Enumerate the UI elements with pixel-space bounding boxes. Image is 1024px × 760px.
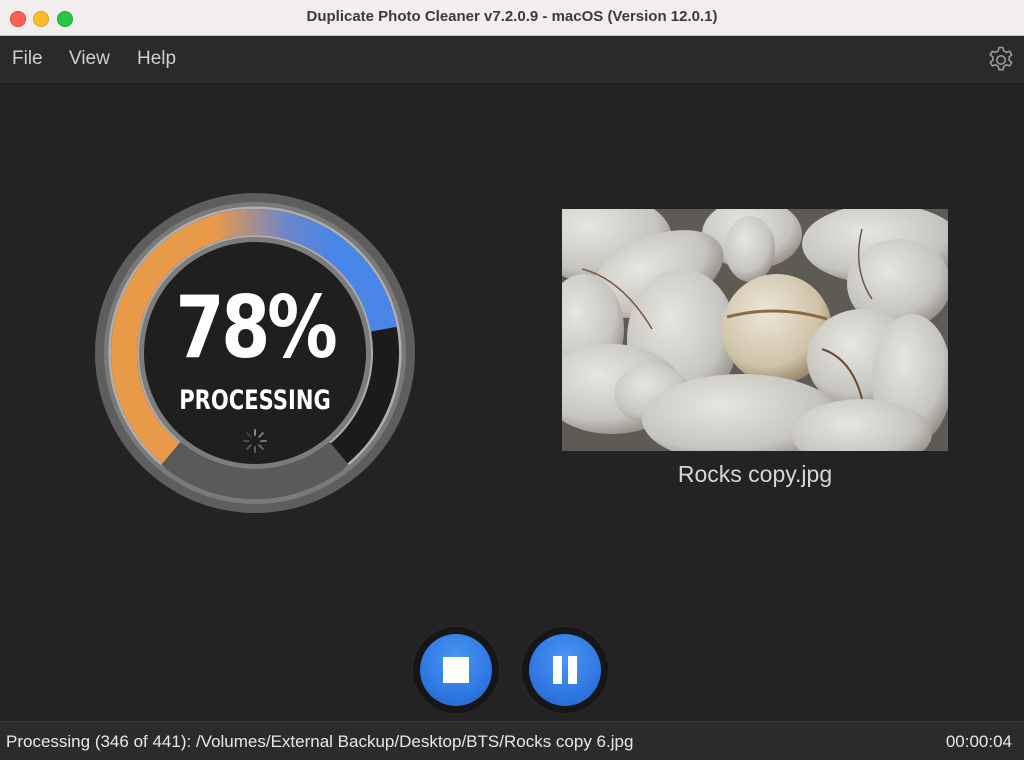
menu-bar: File View Help bbox=[0, 36, 1024, 84]
menu-help[interactable]: Help bbox=[137, 48, 176, 70]
pause-button[interactable] bbox=[520, 625, 610, 715]
progress-gauge bbox=[95, 193, 415, 513]
app-window: Duplicate Photo Cleaner v7.2.0.9 - macOS… bbox=[0, 0, 1024, 760]
preview-image bbox=[562, 209, 948, 451]
title-bar: Duplicate Photo Cleaner v7.2.0.9 - macOS… bbox=[0, 0, 1024, 36]
main-panel: 78% PROCESSING Rocks copy.jpg bbox=[0, 84, 1024, 721]
gear-icon[interactable] bbox=[986, 45, 1016, 75]
status-bar: Processing (346 of 441): /Volumes/Extern… bbox=[0, 721, 1024, 760]
stop-button[interactable] bbox=[411, 625, 501, 715]
window-title: Duplicate Photo Cleaner v7.2.0.9 - macOS… bbox=[306, 8, 718, 25]
pause-icon bbox=[529, 634, 601, 706]
menu-file[interactable]: File bbox=[12, 48, 43, 70]
status-message: Processing (346 of 441): /Volumes/Extern… bbox=[6, 732, 634, 751]
menu-view[interactable]: View bbox=[69, 48, 110, 70]
elapsed-time: 00:00:04 bbox=[945, 732, 1012, 751]
preview-filename: Rocks copy.jpg bbox=[677, 461, 833, 487]
stop-icon bbox=[420, 634, 492, 706]
